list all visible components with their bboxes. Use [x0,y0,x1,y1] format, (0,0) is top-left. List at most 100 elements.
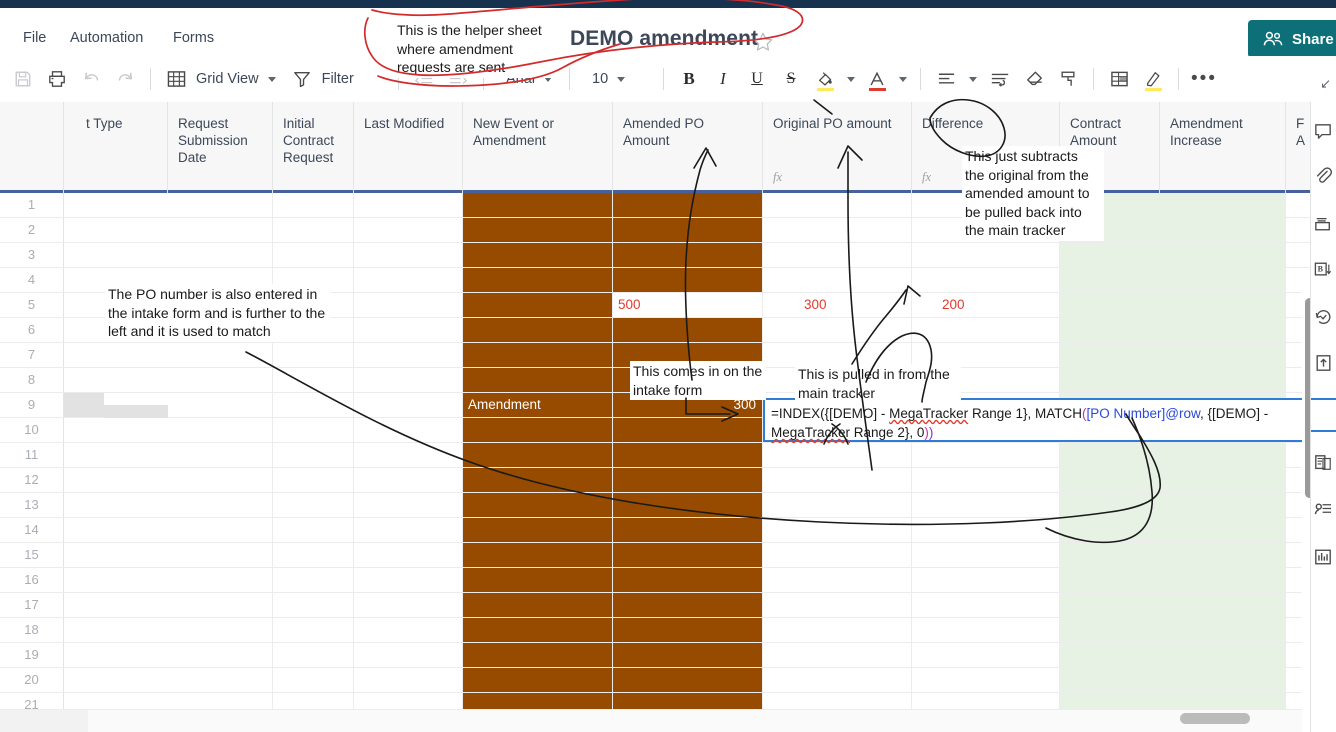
row-number[interactable]: 11 [0,443,64,467]
grid-cell[interactable] [463,343,613,367]
table-row[interactable]: 16 [0,568,1311,593]
grid-cell[interactable] [1060,593,1160,617]
grid-cell[interactable] [168,418,273,442]
grid-cell[interactable] [463,518,613,542]
grid-cell[interactable] [463,668,613,692]
grid-cell[interactable] [1160,293,1286,317]
grid-cell[interactable] [613,418,763,442]
grid-cell[interactable] [1060,668,1160,692]
grid-cell[interactable] [463,418,613,442]
row-number[interactable]: 3 [0,243,64,267]
more-options-icon[interactable]: ••• [1187,56,1221,102]
font-size-chevron-down-icon[interactable] [617,76,626,82]
grid-cell[interactable] [1160,618,1286,642]
row-number[interactable]: 10 [0,418,64,442]
grid-cell[interactable] [354,218,463,242]
grid-cell[interactable] [354,493,463,517]
redo-icon[interactable] [108,56,142,102]
grid-cell[interactable] [168,643,273,667]
table-row[interactable]: 20 [0,668,1311,693]
grid-cell[interactable] [168,243,273,267]
grid-cell[interactable] [1160,218,1286,242]
grid-cell[interactable] [763,568,912,592]
grid-cell[interactable] [613,318,763,342]
proof-icon[interactable] [1312,212,1334,234]
grid-cell[interactable] [1160,593,1286,617]
row-number[interactable]: 1 [0,193,64,217]
row-number[interactable]: 9 [0,393,64,417]
grid-cell[interactable] [273,343,354,367]
row-number[interactable]: 5 [0,293,64,317]
grid-cell[interactable] [912,468,1060,492]
grid-cell[interactable] [168,218,273,242]
row-number[interactable]: 2 [0,218,64,242]
column-header-new-event-or-amendment[interactable]: New Event or Amendment [463,102,613,193]
grid-cell[interactable] [354,268,463,292]
grid-cell[interactable] [1286,218,1311,242]
grid-view-icon[interactable] [159,56,193,102]
grid-cell[interactable] [1286,243,1311,267]
row-number[interactable]: 6 [0,318,64,342]
text-color-icon[interactable] [860,56,894,102]
grid-cell[interactable] [763,668,912,692]
grid-cell[interactable] [1060,368,1160,392]
grid-cell[interactable] [354,543,463,567]
row-number[interactable]: 4 [0,268,64,292]
grid-cell[interactable] [912,443,1060,467]
grid-cell[interactable] [273,468,354,492]
grid-cell[interactable] [354,518,463,542]
row-number[interactable]: 19 [0,643,64,667]
grid-view-label[interactable]: Grid View [196,71,259,87]
align-left-icon[interactable] [929,56,963,102]
fill-color-icon[interactable] [808,56,842,102]
grid-cell[interactable] [354,318,463,342]
row-number[interactable]: 7 [0,343,64,367]
comment-icon[interactable] [1312,120,1334,142]
fill-color-chevron-down-icon[interactable] [847,76,855,82]
grid-cell[interactable] [1160,318,1286,342]
grid-cell[interactable] [613,518,763,542]
contacts-icon[interactable] [1312,498,1334,520]
grid-cell[interactable] [463,218,613,242]
grid-cell[interactable] [273,618,354,642]
grid-cell[interactable] [273,368,354,392]
grid-cell[interactable] [354,393,463,417]
grid-cell[interactable] [1160,568,1286,592]
grid-cell[interactable] [613,643,763,667]
grid-cell[interactable] [354,293,463,317]
grid-cell[interactable] [354,668,463,692]
column-header-amended-po-amount[interactable]: Amended PO Amount [613,102,763,193]
row-number[interactable]: 18 [0,618,64,642]
collapse-toolbar-icon[interactable]: ↙ [1320,76,1331,92]
grid-cell[interactable] [613,493,763,517]
horizontal-scrollbar-thumb[interactable] [1180,713,1250,724]
grid-cell[interactable] [912,518,1060,542]
highlighter-icon[interactable] [1136,56,1170,102]
grid-cell[interactable] [463,468,613,492]
align-chevron-down-icon[interactable] [969,76,977,82]
grid-cell[interactable] [273,493,354,517]
grid-cell[interactable] [1160,368,1286,392]
grid-cell[interactable] [463,243,613,267]
underline-button[interactable]: U [740,56,774,102]
table-row[interactable]: 11 [0,443,1311,468]
grid-cell[interactable] [1286,193,1311,217]
grid-cell[interactable] [354,593,463,617]
grid-cell[interactable] [1160,668,1286,692]
grid-cell[interactable] [273,518,354,542]
font-size-select[interactable]: 10 [592,71,608,87]
grid-cell[interactable] [168,393,273,417]
grid-cell[interactable] [1060,293,1160,317]
publish-icon[interactable] [1312,352,1334,374]
grid-cell[interactable] [463,543,613,567]
menu-item-file[interactable]: File [23,30,46,46]
grid-cell[interactable] [463,593,613,617]
grid-cell[interactable]: 200 [912,293,1060,317]
grid-cell[interactable] [463,643,613,667]
grid-cell[interactable] [763,543,912,567]
grid-cell[interactable] [354,368,463,392]
grid-cell[interactable] [763,443,912,467]
grid-cell[interactable] [168,443,273,467]
grid-cell[interactable] [613,568,763,592]
italic-button[interactable]: I [706,56,740,102]
